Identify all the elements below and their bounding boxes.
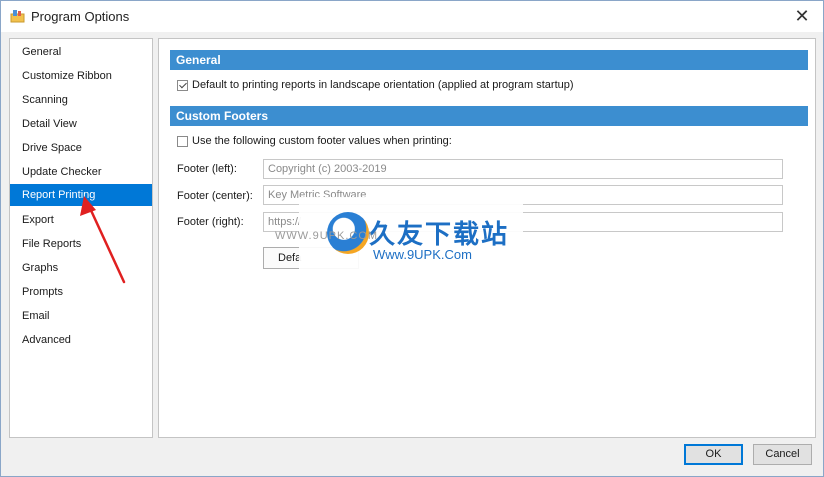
nav-item-advanced[interactable]: Advanced — [10, 329, 152, 351]
nav-item-report-printing[interactable]: Report Printing — [10, 184, 152, 206]
nav-item-file-reports[interactable]: File Reports — [10, 233, 152, 255]
nav-item-customize-ribbon[interactable]: Customize Ribbon — [10, 65, 152, 87]
section-header-custom-footers: Custom Footers — [170, 106, 808, 126]
section-header-general: General — [170, 50, 808, 70]
program-options-dialog: Program Options ✕ General Customize Ribb… — [0, 0, 824, 477]
nav-item-scanning[interactable]: Scanning — [10, 89, 152, 111]
close-icon[interactable]: ✕ — [781, 1, 823, 32]
nav-item-detail-view[interactable]: Detail View — [10, 113, 152, 135]
landscape-checkbox[interactable] — [177, 79, 188, 91]
nav-item-general[interactable]: General — [10, 41, 152, 63]
watermark-logo: 久友下载站 Www.9UPK.Com WWW.9UPK.COM — [275, 197, 523, 271]
cancel-button[interactable]: Cancel — [753, 444, 812, 465]
nav-item-drive-space[interactable]: Drive Space — [10, 137, 152, 159]
watermark-cn-text: 久友下载站 — [369, 220, 510, 250]
nav-item-export[interactable]: Export — [10, 209, 152, 231]
nav-item-email[interactable]: Email — [10, 305, 152, 327]
nav-item-update-checker[interactable]: Update Checker — [10, 161, 152, 183]
window-title: Program Options — [31, 9, 130, 24]
landscape-label: Default to printing reports in landscape… — [192, 79, 574, 91]
nav-item-prompts[interactable]: Prompts — [10, 281, 152, 303]
footer-left-label: Footer (left): — [177, 163, 237, 175]
footer-center-label: Footer (center): — [177, 190, 253, 202]
use-custom-footer-checkbox[interactable] — [177, 135, 188, 147]
watermark-small-text: WWW.9UPK.COM — [275, 230, 379, 242]
nav-item-graphs[interactable]: Graphs — [10, 257, 152, 279]
footer-right-label: Footer (right): — [177, 216, 244, 228]
use-custom-footer-option[interactable]: Use the following custom footer values w… — [177, 133, 452, 149]
title-bar: Program Options ✕ — [1, 1, 823, 32]
watermark-en-text: Www.9UPK.Com — [373, 247, 472, 262]
use-custom-footer-label: Use the following custom footer values w… — [192, 135, 452, 147]
ok-button[interactable]: OK — [684, 444, 743, 465]
app-icon — [10, 10, 25, 23]
options-nav: General Customize Ribbon Scanning Detail… — [9, 38, 153, 438]
landscape-option[interactable]: Default to printing reports in landscape… — [177, 77, 574, 93]
footer-left-input[interactable] — [263, 159, 783, 179]
